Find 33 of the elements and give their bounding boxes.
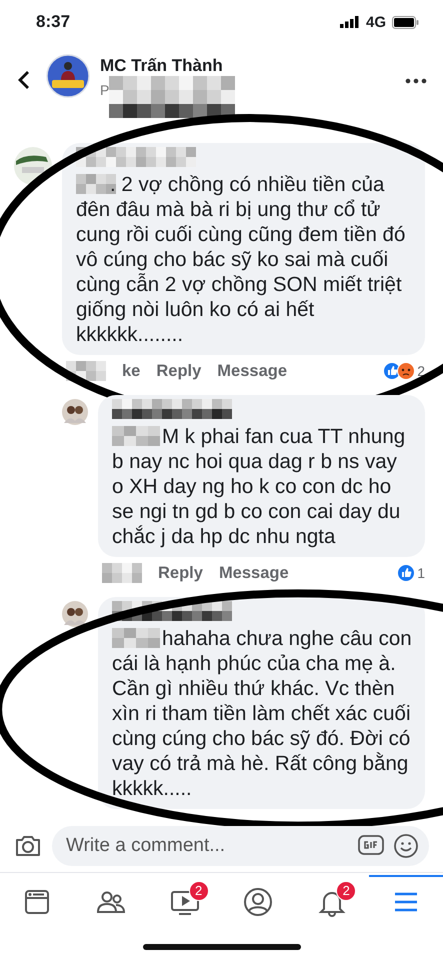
status-time: 8:37 bbox=[36, 12, 70, 32]
pixelated-blur bbox=[102, 563, 142, 583]
notification-badge: 2 bbox=[188, 881, 209, 901]
emoji-button[interactable] bbox=[391, 833, 421, 859]
smiley-icon bbox=[393, 833, 419, 859]
commenter-avatar[interactable] bbox=[14, 147, 52, 185]
network-type: 4G bbox=[366, 14, 386, 30]
pixelated-blur bbox=[66, 361, 106, 381]
post-subtitle: P bbox=[100, 82, 110, 98]
comment-action[interactable]: Message bbox=[217, 362, 288, 380]
commenter-avatar[interactable] bbox=[62, 399, 88, 425]
profile-icon bbox=[242, 886, 274, 918]
gif-icon bbox=[357, 833, 385, 857]
camera-button[interactable] bbox=[14, 834, 42, 858]
signal-icon bbox=[340, 16, 360, 28]
tab-button[interactable]: 2 bbox=[148, 875, 222, 927]
camera-icon bbox=[14, 834, 42, 858]
notification-badge: 2 bbox=[336, 881, 356, 901]
page-name[interactable]: MC Trấn Thành bbox=[100, 56, 405, 76]
commenter-avatar[interactable] bbox=[62, 601, 88, 627]
comment-action[interactable]: ke bbox=[122, 362, 140, 380]
like-reaction-icon bbox=[397, 564, 416, 582]
comment-field[interactable]: Write a comment... bbox=[52, 826, 429, 866]
comment-action[interactable]: Reply bbox=[158, 564, 203, 582]
page-avatar[interactable] bbox=[46, 54, 90, 98]
comment-action[interactable]: Reply bbox=[156, 362, 202, 380]
reaction-count: 1 bbox=[417, 565, 425, 581]
more-icon bbox=[405, 78, 427, 84]
tab-button[interactable]: 2 bbox=[295, 875, 370, 927]
angry-reaction-icon bbox=[397, 362, 416, 380]
chevron-left-icon bbox=[18, 70, 30, 90]
battery-icon bbox=[392, 16, 419, 28]
comment-action[interactable]: Message bbox=[218, 564, 289, 582]
